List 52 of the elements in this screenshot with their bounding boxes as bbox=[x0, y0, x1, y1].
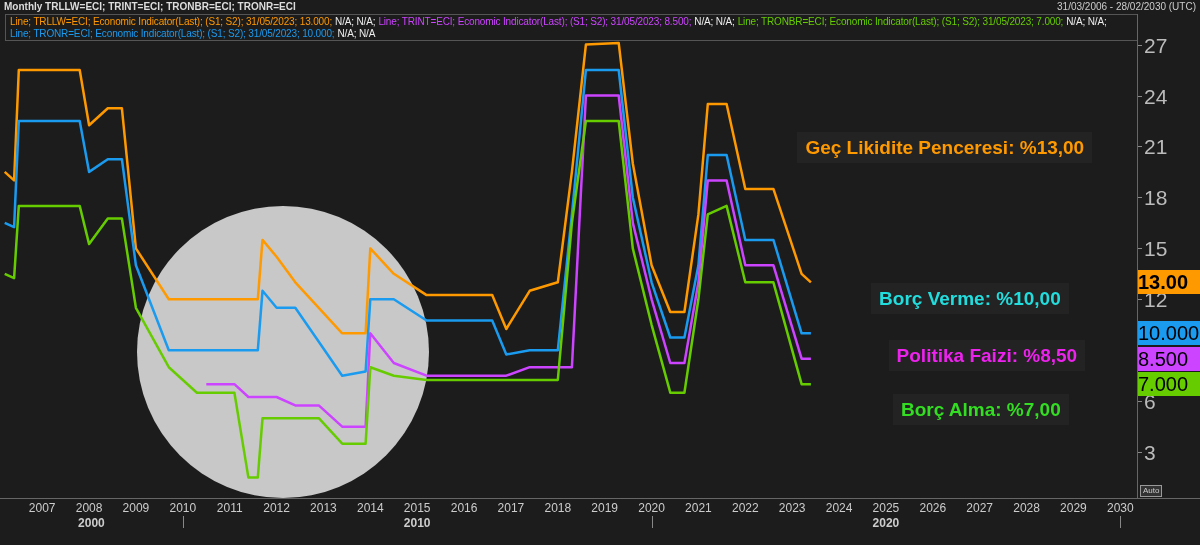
x-axis-label: 2016 bbox=[450, 502, 478, 514]
decade-label: 2020 bbox=[872, 517, 900, 529]
x-axis-label: 2017 bbox=[497, 502, 525, 514]
x-axis-label: 2011 bbox=[216, 502, 243, 514]
x-axis-label: 2010 bbox=[169, 502, 197, 514]
y-axis-label: 24 bbox=[1144, 85, 1168, 107]
x-axis-label: 2014 bbox=[356, 502, 384, 514]
annotation-label: Borç Alma: %7,00 bbox=[892, 393, 1069, 425]
value-tag: 7.000 bbox=[1138, 372, 1200, 397]
y-axis-label: 21 bbox=[1144, 136, 1168, 158]
x-axis-label: 2030 bbox=[1106, 502, 1134, 514]
x-axis-label: 2019 bbox=[591, 502, 619, 514]
x-axis-label: 2026 bbox=[919, 502, 947, 514]
legend-entry: Line; TRONBR=ECI; Economic Indicator(Last); (S1; S2); 31/05/2023; 7.000; bbox=[737, 16, 1064, 28]
y-axis-label: 3 bbox=[1144, 442, 1156, 464]
legend-value: N/A; N/A bbox=[337, 28, 376, 40]
chart-title: Monthly TRLLW=ECI; TRINT=ECI; TRONBR=ECI; TRONR=ECI bbox=[4, 2, 296, 12]
value-tag: 10.000 bbox=[1138, 321, 1200, 346]
value-tag: 13.00 bbox=[1138, 270, 1200, 295]
y-axis-label: 15 bbox=[1144, 238, 1168, 260]
x-axis-label: 2013 bbox=[310, 502, 337, 514]
x-axis-label: 2025 bbox=[872, 502, 900, 514]
legend-entry: Line; TRLLW=ECI; Economic Indicator(Last); (S1; S2); 31/05/2023; 13.000; bbox=[10, 16, 333, 28]
legend-entry: Line; TRINT=ECI; Economic Indicator(Last); (S1; S2); 31/05/2023; 8.500; bbox=[378, 16, 692, 28]
x-axis-label: 2009 bbox=[122, 502, 150, 514]
y-axis-label: 27 bbox=[1144, 34, 1168, 56]
date-range: 31/03/2006 - 28/02/2030 (UTC) bbox=[1057, 2, 1196, 12]
annotation-label: Borç Verme: %10,00 bbox=[871, 283, 1069, 315]
x-axis-label: 2012 bbox=[263, 502, 290, 514]
legend-value: N/A; N/A; bbox=[694, 16, 735, 28]
x-axis-label: 2029 bbox=[1060, 502, 1087, 514]
x-axis-label: 2008 bbox=[75, 502, 103, 514]
x-axis-label: 2018 bbox=[544, 502, 572, 514]
x-axis-label: 2023 bbox=[778, 502, 806, 514]
x-axis-label: 2024 bbox=[825, 502, 853, 514]
legend-entry: Line; TRONR=ECI; Economic Indicator(Last); (S1; S2); 31/05/2023; 10.000; bbox=[10, 28, 335, 40]
decade-label: 2000 bbox=[78, 517, 105, 529]
value-tag: 8.500 bbox=[1138, 346, 1200, 371]
x-axis-label: 2027 bbox=[966, 502, 994, 514]
annotation-label: Geç Likidite Penceresi: %13,00 bbox=[797, 132, 1093, 164]
x-axis-label: 2028 bbox=[1013, 502, 1040, 514]
legend-value: N/A; N/A; bbox=[335, 16, 376, 28]
x-axis-label: 2015 bbox=[403, 502, 431, 514]
auto-button[interactable]: Auto bbox=[1140, 485, 1163, 497]
x-axis-label: 2021 bbox=[685, 502, 712, 514]
x-axis-label: 2007 bbox=[28, 502, 56, 514]
annotation-label: Politika Faizi: %8,50 bbox=[888, 340, 1086, 372]
x-axis-label: 2022 bbox=[731, 502, 759, 514]
legend-value: N/A; N/A; bbox=[1066, 16, 1107, 28]
y-axis-label: 18 bbox=[1144, 187, 1168, 209]
decade-label: 2010 bbox=[403, 517, 431, 529]
x-axis-label: 2020 bbox=[638, 502, 665, 514]
